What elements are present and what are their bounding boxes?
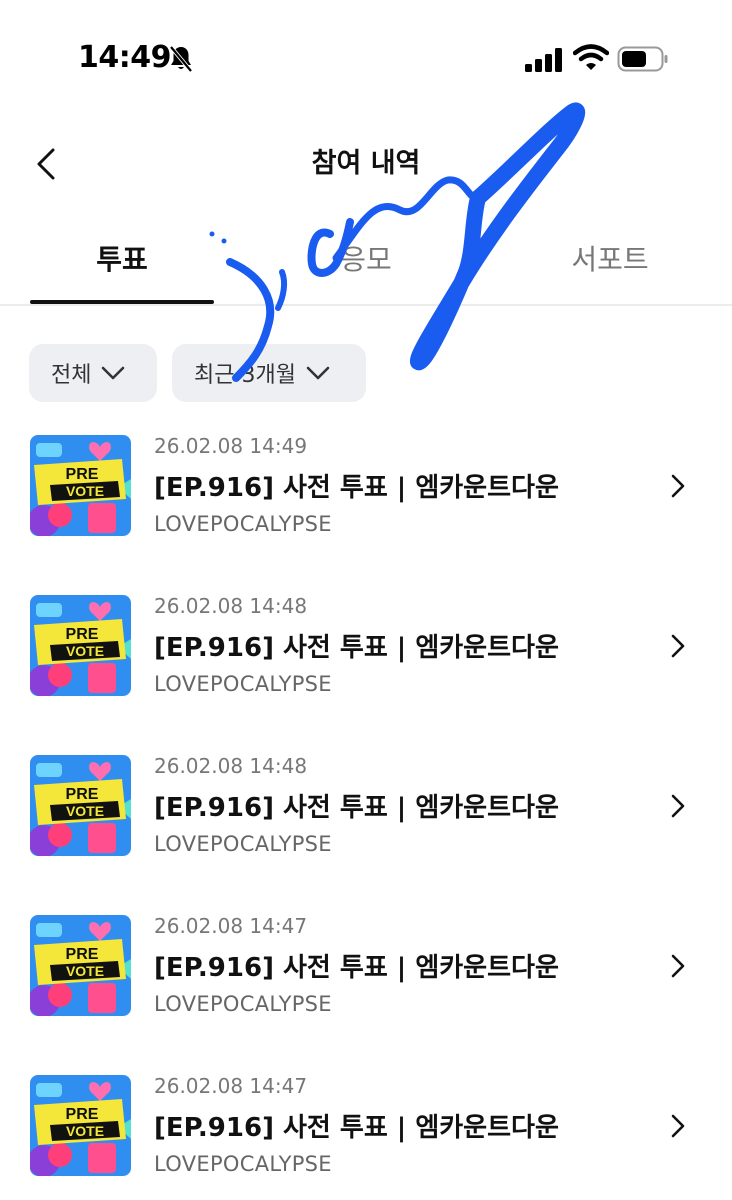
list-item[interactable]: PRE VOTE 26.02.08 14:48 [EP.916] 사전 투표 |… (0, 740, 732, 870)
chevron-right-icon (671, 634, 685, 658)
chevron-right-icon (671, 1114, 685, 1138)
list-item[interactable]: PRE VOTE 26.02.08 14:49 [EP.916] 사전 투표 |… (0, 420, 732, 550)
period-filter-label: 최근 3개월 (194, 363, 296, 388)
svg-text:PRE: PRE (66, 946, 99, 963)
list-item[interactable]: PRE VOTE 26.02.08 14:47 [EP.916] 사전 투표 |… (0, 1060, 732, 1190)
vote-thumbnail: PRE VOTE (30, 435, 131, 536)
item-artist: LOVEPOCALYPSE (154, 832, 332, 856)
tab-bar: 투표 응모 서포트 (0, 228, 732, 306)
svg-text:PRE: PRE (66, 466, 99, 483)
page-title: 참여 내역 (311, 148, 421, 179)
tab-support[interactable]: 서포트 (518, 242, 702, 278)
svg-text:PRE: PRE (66, 786, 99, 803)
svg-text:VOTE: VOTE (66, 643, 104, 659)
item-date: 26.02.08 14:49 (154, 434, 308, 458)
chevron-right-icon (671, 954, 685, 978)
svg-text:VOTE: VOTE (66, 483, 104, 499)
chevron-right-icon (671, 474, 685, 498)
item-date: 26.02.08 14:48 (154, 594, 308, 618)
tab-indicator (30, 300, 214, 304)
status-bar: 14:49 (0, 0, 732, 120)
item-artist: LOVEPOCALYPSE (154, 512, 332, 536)
status-time: 14:49 (78, 40, 172, 75)
svg-text:VOTE: VOTE (66, 963, 104, 979)
svg-text:VOTE: VOTE (66, 1123, 104, 1139)
category-filter-label: 전체 (51, 363, 92, 388)
item-date: 26.02.08 14:48 (154, 754, 308, 778)
item-title: [EP.916] 사전 투표 | 엠카운트다운 (154, 473, 559, 503)
item-artist: LOVEPOCALYPSE (154, 672, 332, 696)
wifi-icon (573, 44, 609, 70)
item-artist: LOVEPOCALYPSE (154, 992, 332, 1016)
vote-thumbnail: PRE VOTE (30, 915, 131, 1016)
period-filter-dropdown[interactable]: 최근 3개월 (172, 344, 366, 402)
vote-thumbnail: PRE VOTE (30, 595, 131, 696)
chevron-down-icon (102, 366, 125, 380)
vote-thumbnail: PRE VOTE (30, 755, 131, 856)
signal-icon (525, 48, 562, 72)
tab-entry[interactable]: 응모 (274, 242, 458, 278)
item-title: [EP.916] 사전 투표 | 엠카운트다운 (154, 1113, 559, 1143)
tab-vote[interactable]: 투표 (30, 242, 214, 278)
chevron-right-icon (671, 794, 685, 818)
svg-text:PRE: PRE (66, 1106, 99, 1123)
item-title: [EP.916] 사전 투표 | 엠카운트다운 (154, 953, 559, 983)
svg-text:PRE: PRE (66, 626, 99, 643)
chevron-down-icon (306, 366, 330, 380)
bell-slash-icon (169, 45, 193, 73)
item-artist: LOVEPOCALYPSE (154, 1152, 332, 1176)
item-date: 26.02.08 14:47 (154, 1074, 308, 1098)
item-title: [EP.916] 사전 투표 | 엠카운트다운 (154, 633, 559, 663)
item-date: 26.02.08 14:47 (154, 914, 308, 938)
item-title: [EP.916] 사전 투표 | 엠카운트다운 (154, 793, 559, 823)
svg-text:VOTE: VOTE (66, 803, 104, 819)
vote-thumbnail: PRE VOTE (30, 1075, 131, 1176)
list-item[interactable]: PRE VOTE 26.02.08 14:48 [EP.916] 사전 투표 |… (0, 580, 732, 710)
list-item[interactable]: PRE VOTE 26.02.08 14:47 [EP.916] 사전 투표 |… (0, 900, 732, 1030)
category-filter-dropdown[interactable]: 전체 (29, 344, 157, 402)
battery-icon (617, 46, 668, 72)
